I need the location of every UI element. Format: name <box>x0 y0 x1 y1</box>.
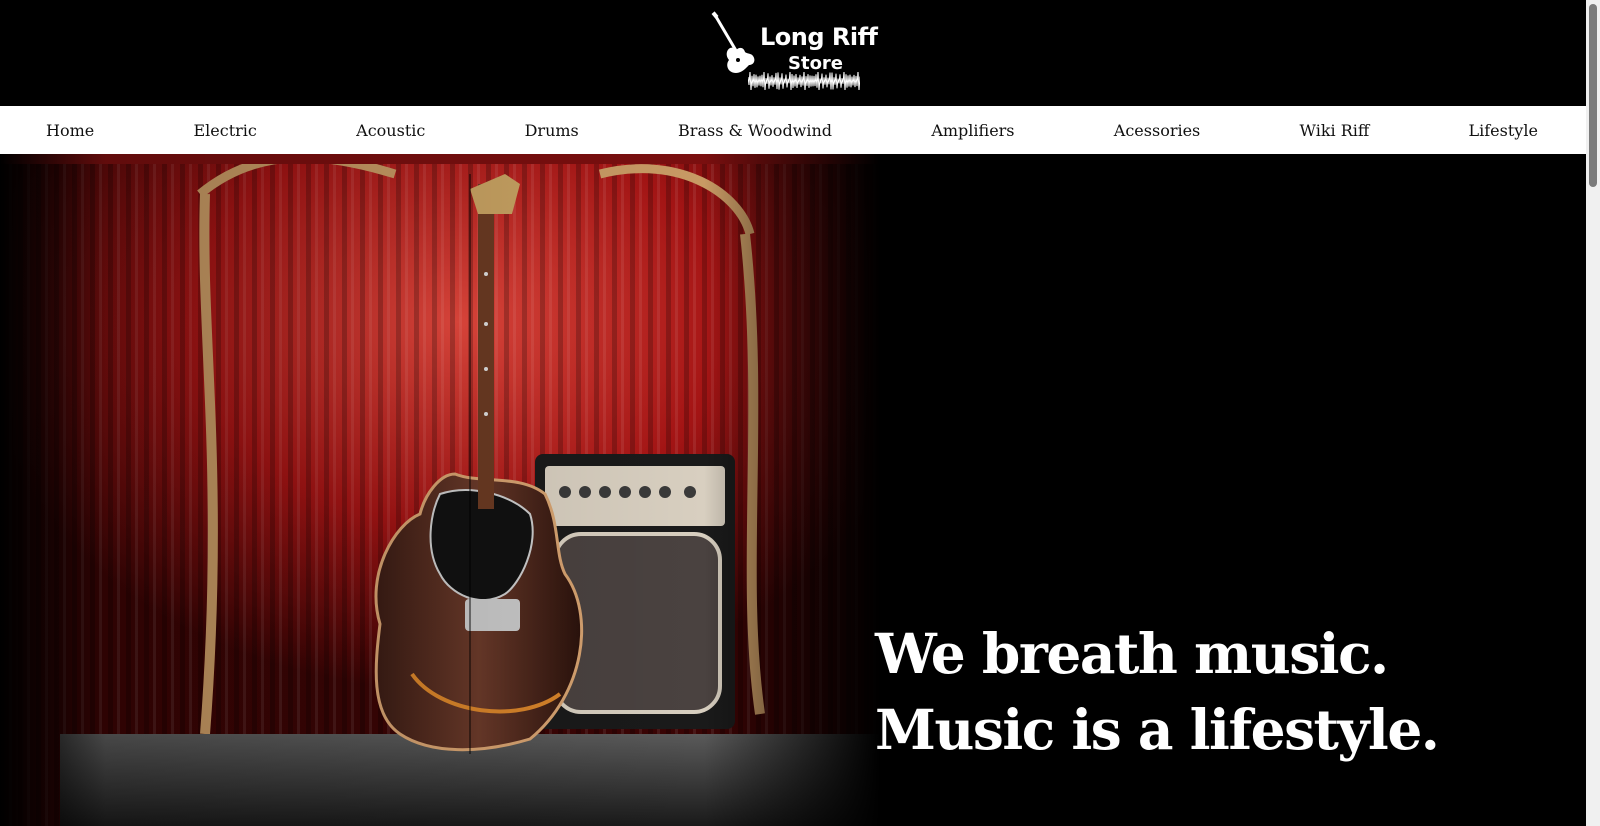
logo-subtitle: Store <box>788 53 844 74</box>
nav-amplifiers[interactable]: Amplifiers <box>931 121 1014 140</box>
page-scrollbar[interactable] <box>1586 0 1600 826</box>
hero-banner: We breath music. Music is a lifestyle. <box>0 154 1586 826</box>
tagline-line-2: Music is a lifestyle. <box>875 697 1440 762</box>
nav-accessories[interactable]: Acessories <box>1114 121 1200 140</box>
site-header: Long Riff Store <box>0 0 1586 105</box>
logo-title: Long Riff <box>760 23 878 51</box>
hero-image <box>0 154 880 826</box>
tagline-line-1: We breath music. <box>875 621 1389 686</box>
electric-guitar-icon <box>711 11 755 73</box>
nav-drums[interactable]: Drums <box>525 121 579 140</box>
main-nav: Home Electric Acoustic Drums Brass & Woo… <box>0 106 1586 154</box>
nav-home[interactable]: Home <box>46 121 94 140</box>
store-logo[interactable]: Long Riff Store <box>706 10 878 94</box>
nav-acoustic[interactable]: Acoustic <box>356 121 425 140</box>
nav-electric[interactable]: Electric <box>194 121 257 140</box>
sound-wave-icon <box>748 72 860 90</box>
hero-tagline: We breath music. Music is a lifestyle. <box>875 616 1440 768</box>
nav-brass-woodwind[interactable]: Brass & Woodwind <box>678 121 832 140</box>
scrollbar-thumb[interactable] <box>1589 4 1597 187</box>
nav-wiki-riff[interactable]: Wiki Riff <box>1300 121 1370 140</box>
nav-lifestyle[interactable]: Lifestyle <box>1469 121 1538 140</box>
